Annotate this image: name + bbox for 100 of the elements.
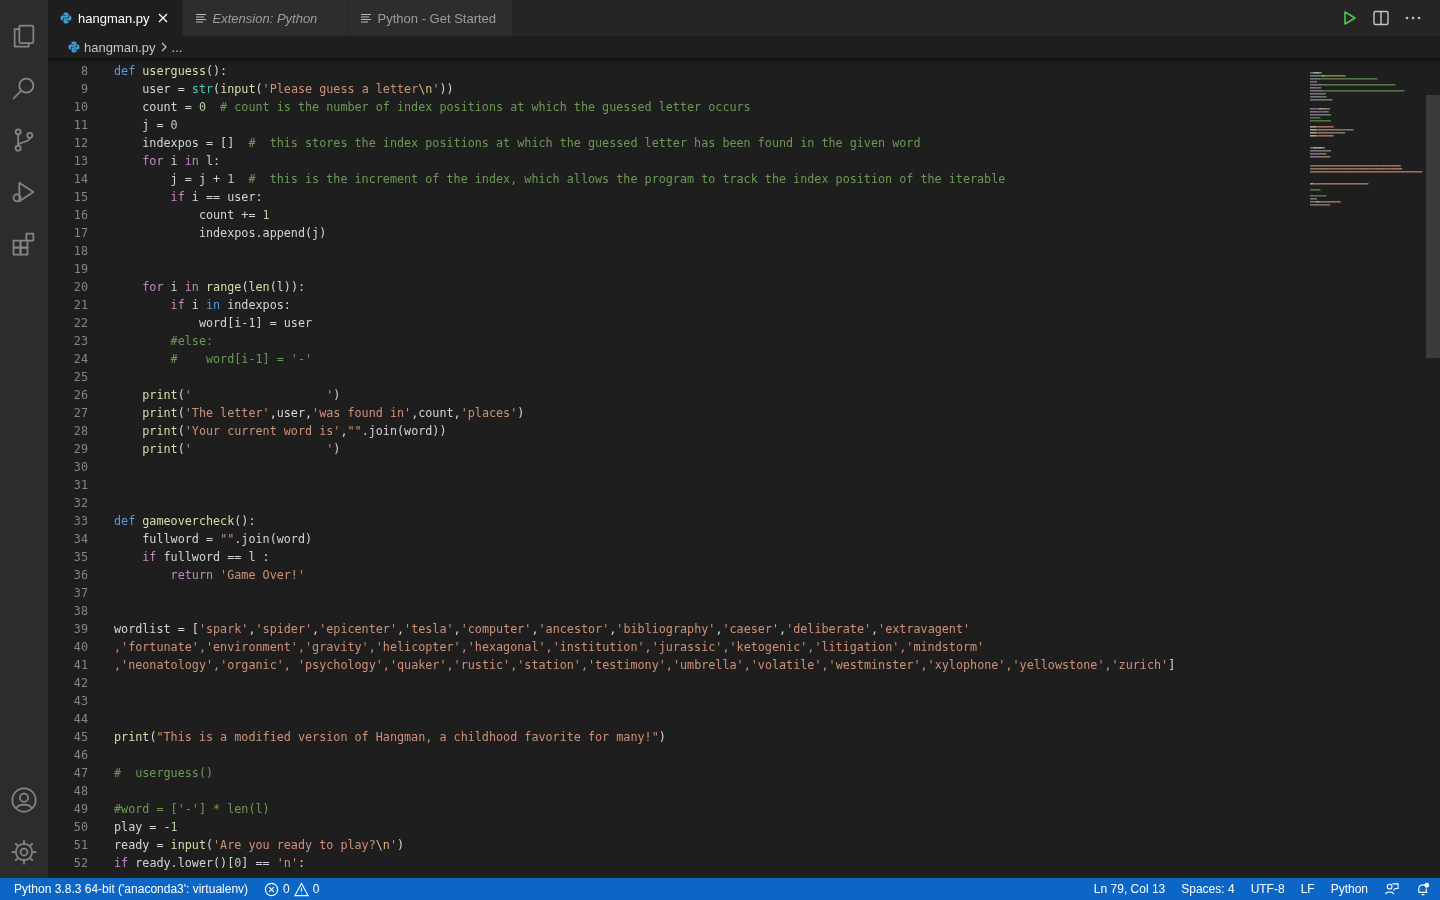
line-number: 36 <box>72 567 88 584</box>
code-line: def userguess(): <box>114 63 228 80</box>
chevron-icon <box>159 41 168 53</box>
code-line: play = -1 <box>114 819 178 836</box>
code-line: j = j + 1 # this is the increment of the index, which allows the program to track the index position of the iterable <box>169 171 1006 188</box>
code-line: print("This is a modified version of Hangman, a childhood favorite for many!") <box>114 729 666 746</box>
breadcrumb-item[interactable]: ... <box>171 39 183 55</box>
line-number: 44 <box>72 711 88 728</box>
status-item[interactable]: Ln 79, Col 13 <box>1093 882 1166 896</box>
status-item[interactable]: LF <box>1300 882 1315 896</box>
warning-icon[interactable] <box>293 881 309 897</box>
line-number: 28 <box>72 423 88 440</box>
line-number: 25 <box>72 369 88 386</box>
line-number: 21 <box>72 297 88 314</box>
line-number: 42 <box>72 675 88 692</box>
line-number: 15 <box>72 189 88 206</box>
split-editor-icon[interactable] <box>1372 9 1390 27</box>
line-number: 45 <box>72 729 88 746</box>
line-number: 8 <box>79 63 88 80</box>
line-number: 39 <box>72 621 88 638</box>
breadcrumb-item[interactable]: hangman.py <box>84 39 156 55</box>
line-number: 14 <box>72 171 88 188</box>
code-line: indexpos.append(j) <box>197 225 327 242</box>
editor-tab[interactable]: hangman.py <box>48 0 183 36</box>
status-item[interactable]: Python <box>1330 882 1368 896</box>
account-icon[interactable] <box>10 786 38 814</box>
line-number: 24 <box>72 351 88 368</box>
code-line: #word = ['-'] * len(l) <box>114 801 270 818</box>
code-line: indexpos = [] # this stores the index positions at which the guessed letter has been found in the given word <box>141 135 921 152</box>
line-number: 30 <box>72 459 88 476</box>
warning-count[interactable]: 0 <box>312 882 320 896</box>
line-number: 33 <box>72 513 88 530</box>
code-line: return 'Game Over!' <box>169 567 305 584</box>
line-number: 29 <box>72 441 88 458</box>
code-line: for i in l: <box>141 153 221 170</box>
code-line: if i == user: <box>169 189 263 206</box>
line-number: 49 <box>72 801 88 818</box>
code-line: print(' ') <box>141 387 341 404</box>
code-line: fullword = "".join(word) <box>141 531 313 548</box>
line-number: 17 <box>72 225 88 242</box>
line-number: 22 <box>72 315 88 332</box>
code-line: j = 0 <box>141 117 178 134</box>
interpreter-status[interactable]: Python 3.8.3 64-bit ('anaconda3': virtualenv) <box>14 882 249 896</box>
code-line: ,'neonatology','organic', 'psychology','quaker','rustic','station','testimony','umbrella','volatile','westminster','xylophone','yellowstone','zurich'] <box>114 657 1176 674</box>
settings-icon[interactable] <box>10 838 38 866</box>
line-number: 31 <box>72 477 88 494</box>
code-line: user = str(input('Please guess a letter\n')) <box>141 81 454 98</box>
code-line: print('Your current word is',"".join(word)) <box>141 423 447 440</box>
code-line: wordlist = ['spark','spider','epicenter','tesla','computer','ancestor','bibliography','caeser','deliberate','extravagent' <box>114 621 971 638</box>
code-line: word[i-1] = user <box>197 315 313 332</box>
code-line: print('The letter',user,'was found in',count,'places') <box>141 405 525 422</box>
line-number: 48 <box>72 783 88 800</box>
line-number: 26 <box>72 387 88 404</box>
line-number: 47 <box>72 765 88 782</box>
line-number: 23 <box>72 333 88 350</box>
code-line: # userguess() <box>114 765 214 782</box>
line-number: 35 <box>72 549 88 566</box>
line-number: 51 <box>72 837 88 854</box>
line-number: 34 <box>72 531 88 548</box>
line-number: 10 <box>72 99 88 116</box>
line-number: 46 <box>72 747 88 764</box>
line-number: 50 <box>72 819 88 836</box>
code-line: if ready.lower()[0] == 'n': <box>114 855 306 872</box>
code-line: def gameovercheck(): <box>114 513 256 530</box>
code-line: for i in range(len(l)): <box>141 279 306 296</box>
code-line: if i in indexpos: <box>169 297 291 314</box>
editor-tab[interactable]: Python - Get Started <box>347 0 513 36</box>
line-number: 40 <box>72 639 88 656</box>
line-number: 41 <box>72 657 88 674</box>
bell-icon[interactable] <box>1415 881 1430 897</box>
error-icon[interactable] <box>264 881 280 897</box>
line-number: 52 <box>72 855 88 872</box>
line-number: 38 <box>72 603 88 620</box>
line-number: 13 <box>72 153 88 170</box>
python-file-icon <box>60 12 72 24</box>
python-file-icon <box>68 41 80 53</box>
editor-tab[interactable]: Extension: Python <box>182 0 348 36</box>
code-line: count += 1 <box>197 207 270 224</box>
error-count[interactable]: 0 <box>283 882 290 896</box>
feedback-icon[interactable] <box>1384 881 1399 897</box>
line-number: 27 <box>72 405 88 422</box>
scrollbar-thumb[interactable] <box>1426 95 1440 358</box>
document-lines-icon <box>194 12 207 24</box>
code-line: if fullword == l : <box>141 549 270 566</box>
code-line: ready = input('Are you ready to play?\n') <box>114 837 405 854</box>
line-number: 43 <box>72 693 88 710</box>
code-line: # word[i-1] = '-' <box>169 351 313 368</box>
line-number: 9 <box>79 81 88 98</box>
code-line: print(' ') <box>141 441 341 458</box>
status-item[interactable]: Spaces: 4 <box>1181 882 1235 896</box>
line-number: 19 <box>72 261 88 278</box>
status-item[interactable]: UTF-8 <box>1250 882 1285 896</box>
document-lines-icon <box>359 12 372 24</box>
code-line: ,'fortunate','environment','gravity','helicopter','hexagonal','institution','jurassic','ketogenic','litigation','mindstorm' <box>114 639 985 656</box>
line-number: 32 <box>72 495 88 512</box>
line-number: 12 <box>72 135 88 152</box>
line-number: 11 <box>72 117 88 134</box>
code-line: #else: <box>169 333 214 350</box>
line-number: 18 <box>72 243 88 260</box>
line-number: 37 <box>72 585 88 602</box>
